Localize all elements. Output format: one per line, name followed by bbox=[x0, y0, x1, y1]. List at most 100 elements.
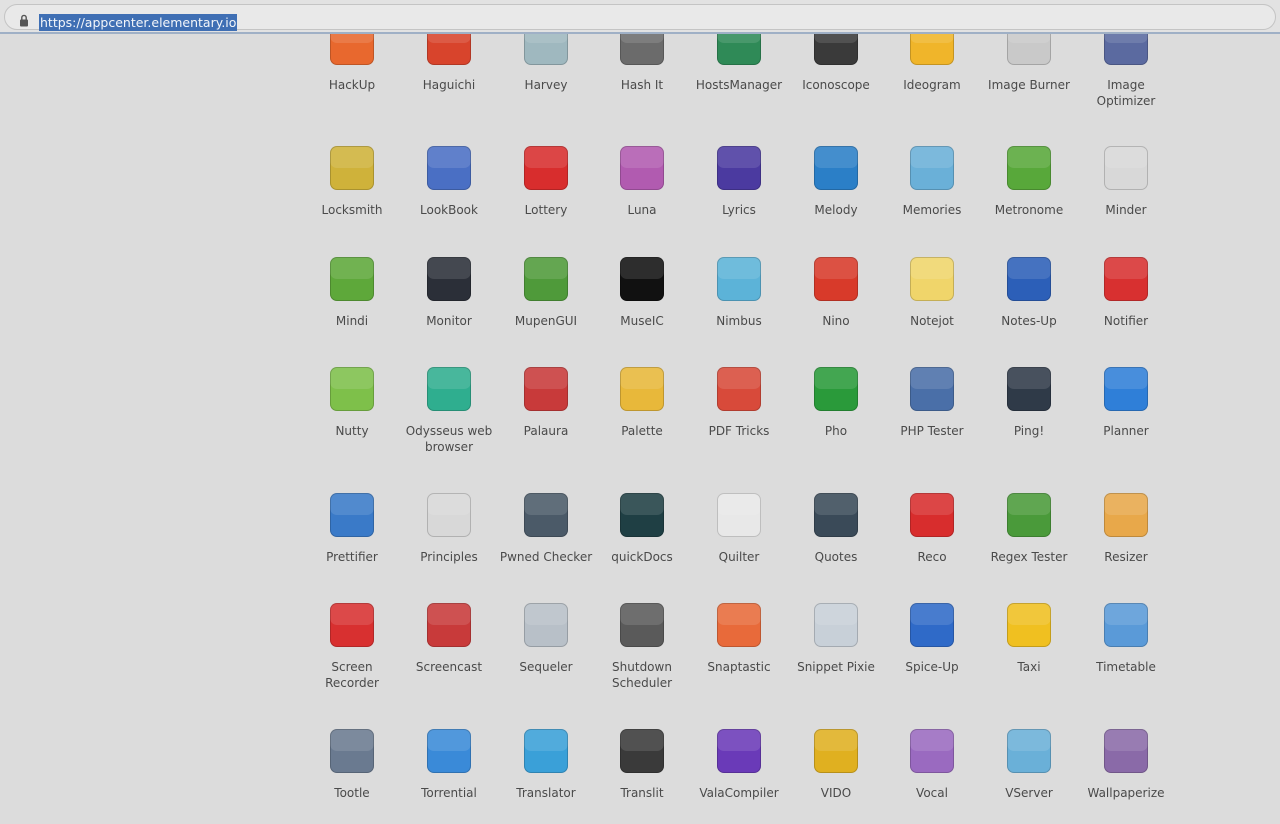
museic-icon bbox=[617, 254, 667, 304]
app-name: Taxi bbox=[1017, 660, 1041, 674]
app-name: Snippet Pixie bbox=[797, 660, 875, 674]
app-name: Odysseus web browser bbox=[405, 424, 493, 454]
app-name: Quotes bbox=[814, 550, 858, 564]
app-name: Torrential bbox=[421, 786, 477, 800]
screencast-icon bbox=[424, 600, 474, 650]
notifier-icon bbox=[1101, 254, 1151, 304]
mupengui-icon bbox=[521, 254, 571, 304]
app-name: Quilter bbox=[718, 550, 760, 564]
spice-up-icon bbox=[907, 600, 957, 650]
locksmith-icon bbox=[327, 143, 377, 193]
prettifier-icon bbox=[327, 490, 377, 540]
app-name: Haguichi bbox=[422, 78, 476, 92]
minder-icon bbox=[1101, 143, 1151, 193]
app-name: Vocal bbox=[916, 786, 948, 800]
app-name: PHP Tester bbox=[900, 424, 964, 438]
app-name: Ping! bbox=[1013, 424, 1045, 438]
ping-icon bbox=[1004, 364, 1054, 414]
app-name: Sequeler bbox=[519, 660, 573, 674]
notejot-icon bbox=[907, 254, 957, 304]
url-text[interactable]: https://appcenter.elementary.io bbox=[39, 14, 238, 31]
nutty-icon bbox=[327, 364, 377, 414]
app-name: VServer bbox=[1005, 786, 1053, 800]
app-name: Notejot bbox=[910, 314, 954, 328]
sequeler-icon bbox=[521, 600, 571, 650]
app-name: HackUp bbox=[328, 78, 376, 92]
palette-icon bbox=[617, 364, 667, 414]
app-name: Palaura bbox=[523, 424, 569, 438]
app-name: Reco bbox=[917, 550, 947, 564]
vido-icon bbox=[811, 726, 861, 776]
app-name: MuseIC bbox=[620, 314, 664, 328]
tootle-icon bbox=[327, 726, 377, 776]
app-name: PDF Tricks bbox=[708, 424, 770, 438]
app-name: Mindi bbox=[335, 314, 369, 328]
app-grid: HackUp Haguichi Harvey Hash It HostsManager I… bbox=[0, 0, 1280, 824]
app-name: Prettifier bbox=[326, 550, 378, 564]
app-name: Iconoscope bbox=[802, 78, 870, 92]
app-name: quickDocs bbox=[611, 550, 673, 564]
app-name: Pho bbox=[824, 424, 848, 438]
app-name: Minder bbox=[1105, 203, 1147, 217]
app-name: Locksmith bbox=[321, 203, 383, 217]
vocal-icon bbox=[907, 726, 957, 776]
torrential-icon bbox=[424, 726, 474, 776]
metronome-icon bbox=[1004, 143, 1054, 193]
app-name: Snaptastic bbox=[707, 660, 771, 674]
regex-tester-icon bbox=[1004, 490, 1054, 540]
app-name: Tootle bbox=[334, 786, 370, 800]
app-name: Wallpaperize bbox=[1087, 786, 1165, 800]
app-name: LookBook bbox=[420, 203, 478, 217]
app-name: Notes-Up bbox=[1001, 314, 1057, 328]
app-name: Luna bbox=[627, 203, 657, 217]
app-name: Screen Recorder bbox=[325, 660, 379, 690]
app-name: Palette bbox=[621, 424, 663, 438]
app-name: Notifier bbox=[1103, 314, 1149, 328]
app-name: Planner bbox=[1103, 424, 1149, 438]
valacompiler-icon bbox=[714, 726, 764, 776]
app-name: ValaCompiler bbox=[699, 786, 779, 800]
address-bar[interactable]: https://appcenter.elementary.io bbox=[4, 4, 1276, 31]
browser-toolbar: https://appcenter.elementary.io bbox=[0, 0, 1280, 34]
app-name: Lottery bbox=[524, 203, 568, 217]
app-name: Image Burner bbox=[988, 78, 1070, 92]
pdf-tricks-icon bbox=[714, 364, 764, 414]
app-name: Hash It bbox=[620, 78, 664, 92]
app-name: Nimbus bbox=[716, 314, 762, 328]
melody-icon bbox=[811, 143, 861, 193]
app-name: HostsManager bbox=[695, 78, 783, 92]
app-name: Harvey bbox=[524, 78, 568, 92]
nimbus-icon bbox=[714, 254, 764, 304]
translator-icon bbox=[521, 726, 571, 776]
taxi-icon bbox=[1004, 600, 1054, 650]
app-name: Nino bbox=[822, 314, 850, 328]
quilter-icon bbox=[714, 490, 764, 540]
app-name: MupenGUI bbox=[514, 314, 578, 328]
app-name: Pwned Checker bbox=[499, 550, 593, 564]
palaura-icon bbox=[521, 364, 571, 414]
quickdocs-icon bbox=[617, 490, 667, 540]
snaptastic-icon bbox=[714, 600, 764, 650]
quotes-icon bbox=[811, 490, 861, 540]
app-name: Translit bbox=[620, 786, 664, 800]
shutdown-scheduler-icon bbox=[617, 600, 667, 650]
lyrics-icon bbox=[714, 143, 764, 193]
app-name: Timetable bbox=[1096, 660, 1156, 674]
lottery-icon bbox=[521, 143, 571, 193]
odysseus-icon bbox=[424, 364, 474, 414]
app-name: Regex Tester bbox=[990, 550, 1068, 564]
lock-icon bbox=[20, 14, 28, 27]
app-name: Resizer bbox=[1104, 550, 1148, 564]
app-name: Translator bbox=[516, 786, 576, 800]
timetable-icon bbox=[1101, 600, 1151, 650]
luna-icon bbox=[617, 143, 667, 193]
app-name: Monitor bbox=[426, 314, 472, 328]
mindi-icon bbox=[327, 254, 377, 304]
notes-up-icon bbox=[1004, 254, 1054, 304]
planner-icon bbox=[1101, 364, 1151, 414]
app-name: Principles bbox=[420, 550, 478, 564]
app-name: Shutdown Scheduler bbox=[611, 660, 673, 690]
resizer-icon bbox=[1101, 490, 1151, 540]
php-tester-icon bbox=[907, 364, 957, 414]
pho-icon bbox=[811, 364, 861, 414]
